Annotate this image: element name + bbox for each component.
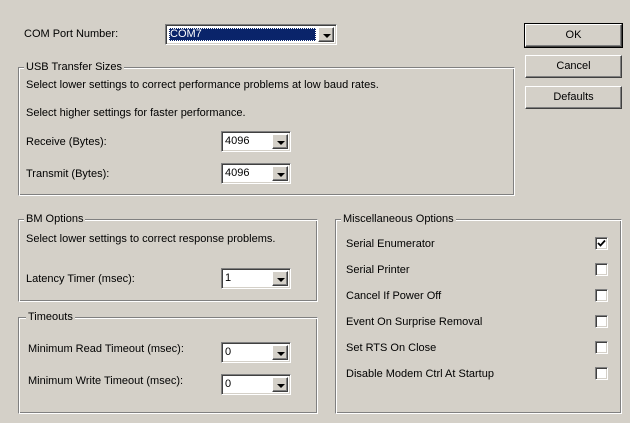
disable-modem-ctrl-checkbox[interactable] xyxy=(595,367,608,380)
defaults-button[interactable]: Defaults xyxy=(525,86,622,109)
chevron-down-icon xyxy=(277,352,285,356)
com-port-label: COM Port Number: xyxy=(24,28,119,40)
min-write-timeout-value: 0 xyxy=(225,378,232,390)
bm-options-hint: Select lower settings to correct respons… xyxy=(26,233,276,245)
chevron-down-icon xyxy=(277,141,285,145)
chevron-down-icon xyxy=(277,278,285,282)
set-rts-on-close-checkbox[interactable] xyxy=(595,341,608,354)
receive-dropdown-button[interactable] xyxy=(272,134,288,149)
checkmark-icon xyxy=(597,239,606,247)
min-read-timeout-dropdown-button[interactable] xyxy=(272,345,288,360)
com-port-select[interactable]: COM7 xyxy=(165,24,337,45)
latency-value: 1 xyxy=(225,272,232,284)
transmit-label: Transmit (Bytes): xyxy=(26,168,110,180)
latency-dropdown-button[interactable] xyxy=(272,271,288,286)
misc-option-label: Cancel If Power Off xyxy=(346,290,442,302)
event-on-surprise-removal-checkbox[interactable] xyxy=(595,315,608,328)
min-write-timeout-dropdown-button[interactable] xyxy=(272,377,288,392)
misc-option-label: Disable Modem Ctrl At Startup xyxy=(346,368,494,380)
usb-transfer-hint-low: Select lower settings to correct perform… xyxy=(26,79,379,91)
min-read-timeout-select[interactable]: 0 xyxy=(221,342,291,363)
latency-label: Latency Timer (msec): xyxy=(26,273,135,285)
latency-select[interactable]: 1 xyxy=(221,268,291,289)
misc-options-title: Miscellaneous Options xyxy=(341,213,456,226)
transmit-value: 4096 xyxy=(225,167,250,179)
misc-option-label: Serial Printer xyxy=(346,264,410,276)
chevron-down-icon xyxy=(277,384,285,388)
chevron-down-icon xyxy=(323,34,331,38)
serial-enumerator-checkbox[interactable] xyxy=(595,237,608,250)
receive-select[interactable]: 4096 xyxy=(221,131,291,152)
misc-option-label: Serial Enumerator xyxy=(346,238,435,250)
usb-transfer-title: USB Transfer Sizes xyxy=(24,61,124,74)
misc-option-label: Event On Surprise Removal xyxy=(346,316,483,328)
transmit-dropdown-button[interactable] xyxy=(272,166,288,181)
cancel-button[interactable]: Cancel xyxy=(525,55,622,78)
min-read-timeout-value: 0 xyxy=(225,346,232,358)
ok-button[interactable]: OK xyxy=(524,23,623,48)
usb-transfer-hint-high: Select higher settings for faster perfor… xyxy=(26,107,246,119)
chevron-down-icon xyxy=(277,173,285,177)
min-write-timeout-label: Minimum Write Timeout (msec): xyxy=(28,375,184,387)
timeouts-title: Timeouts xyxy=(26,311,75,324)
receive-value: 4096 xyxy=(225,135,250,147)
serial-printer-checkbox[interactable] xyxy=(595,263,608,276)
timeouts-group xyxy=(18,317,318,414)
min-write-timeout-select[interactable]: 0 xyxy=(221,374,291,395)
com-port-dropdown-button[interactable] xyxy=(318,27,334,42)
com-port-value: COM7 xyxy=(169,28,316,41)
misc-option-label: Set RTS On Close xyxy=(346,342,437,354)
bm-options-group xyxy=(18,219,318,302)
bm-options-title: BM Options xyxy=(24,213,86,226)
min-read-timeout-label: Minimum Read Timeout (msec): xyxy=(28,343,184,355)
transmit-select[interactable]: 4096 xyxy=(221,163,291,184)
receive-label: Receive (Bytes): xyxy=(26,136,107,148)
cancel-if-power-off-checkbox[interactable] xyxy=(595,289,608,302)
